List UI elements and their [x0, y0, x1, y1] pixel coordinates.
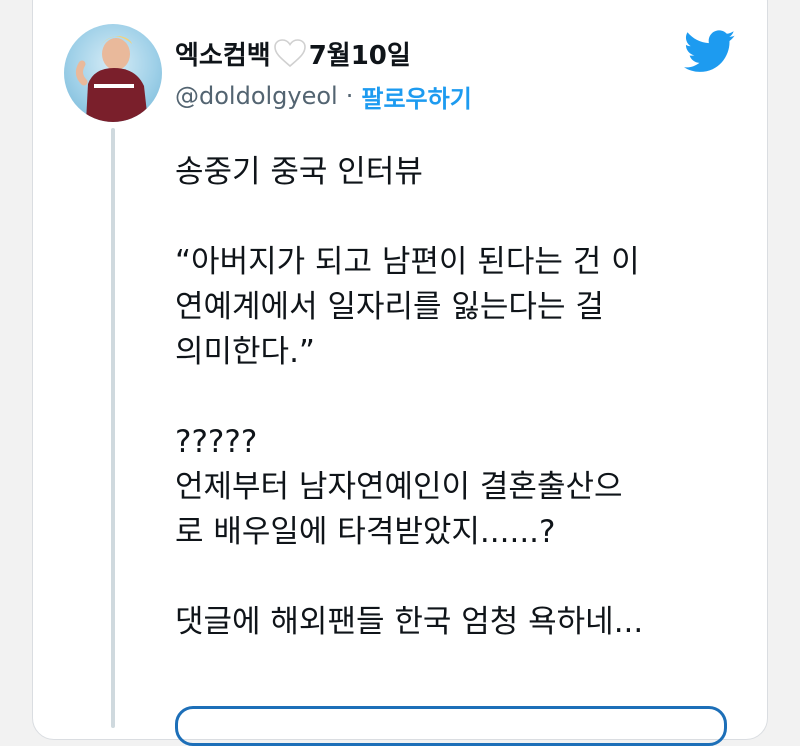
handle-row: @doldolgyeol · 팔로우하기	[175, 79, 472, 113]
tweet-line: “아버지가 되고 남편이 된다는 건 이	[175, 244, 640, 280]
tweet-line: 로 배우일에 타격받았지......?	[175, 514, 556, 550]
tweet-line: ?????	[175, 424, 258, 460]
display-name[interactable]: 엑소컴백	[175, 35, 271, 72]
media-preview[interactable]	[175, 706, 727, 746]
user-handle[interactable]: @doldolgyeol	[175, 82, 338, 110]
tweet-line: 연예계에서 일자리를 잃는다는 걸	[175, 289, 604, 325]
tweet-date[interactable]: 7월10일	[309, 35, 411, 72]
white-heart-icon	[273, 38, 307, 68]
thread-line	[111, 128, 115, 728]
avatar[interactable]	[64, 24, 162, 122]
twitter-bird-icon[interactable]	[683, 30, 736, 74]
tweet-line: 의미한다.”	[175, 334, 315, 370]
avatar-photo	[75, 36, 148, 122]
tweet-text: 송중기 중국 인터뷰 “아버지가 되고 남편이 된다는 건 이 연예계에서 일자…	[175, 150, 755, 645]
tweet-line: 댓글에 해외팬들 한국 엄청 욕하네...	[175, 604, 644, 640]
tweet-line: 언제부터 남자연예인이 결혼출산으	[175, 469, 623, 505]
separator-dot: ·	[345, 82, 354, 110]
follow-link[interactable]: 팔로우하기	[361, 79, 471, 114]
tweet-header: 엑소컴백 7월10일	[175, 33, 411, 73]
tweet-line: 송중기 중국 인터뷰	[175, 154, 423, 190]
